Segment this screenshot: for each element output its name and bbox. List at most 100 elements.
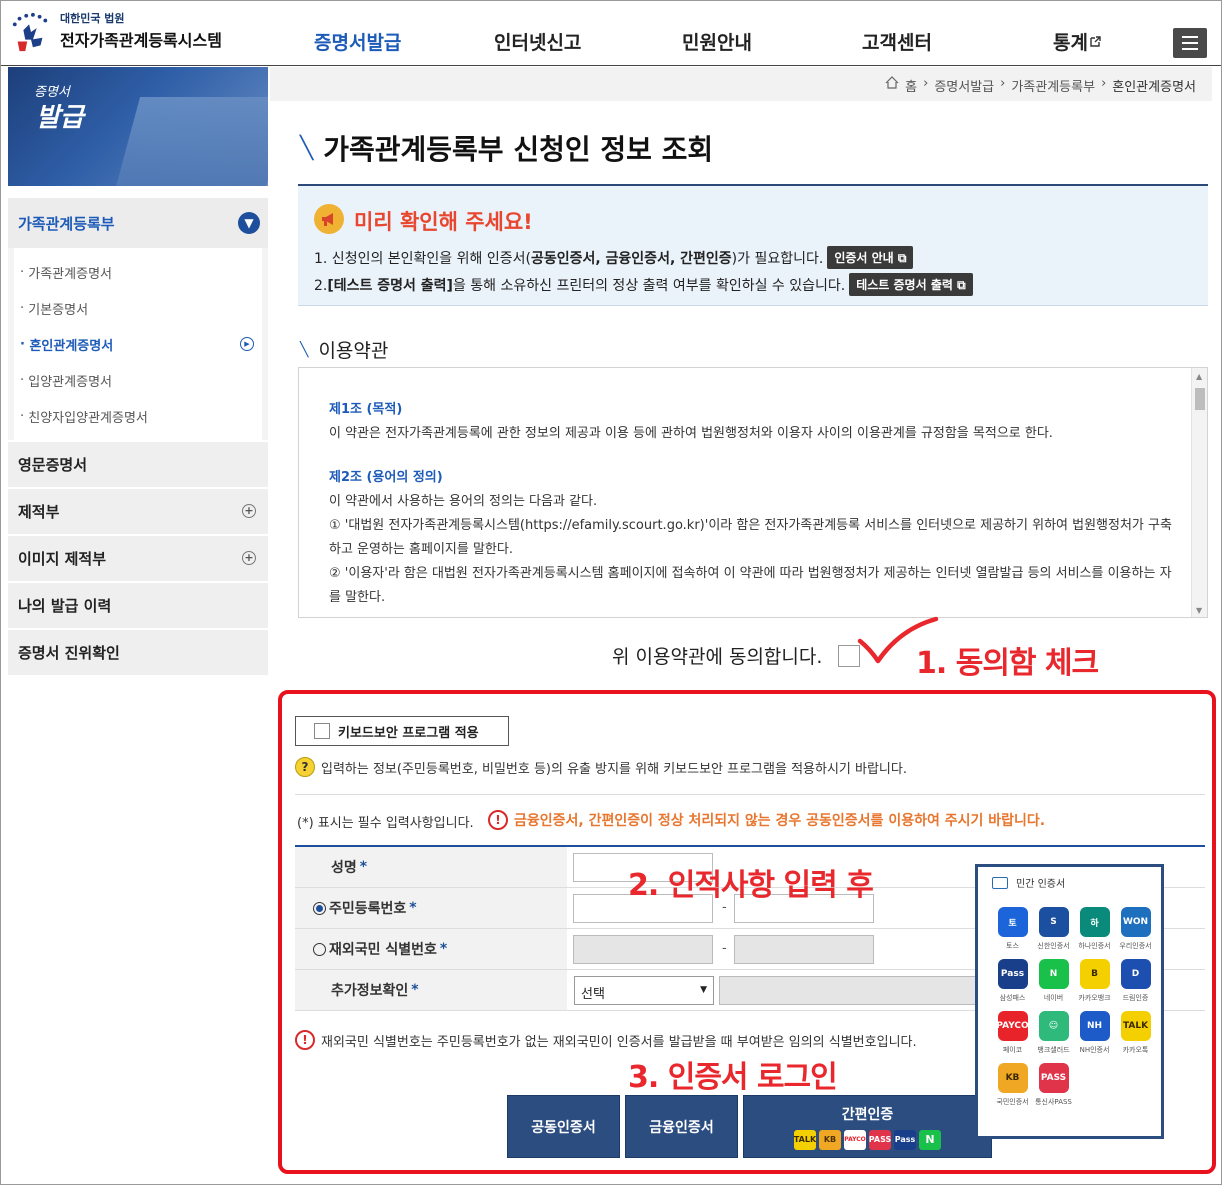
breadcrumb-separator: › xyxy=(1101,76,1107,91)
scroll-down-icon[interactable]: ▼ xyxy=(1196,606,1202,615)
provider-label: 카카오뱅크 xyxy=(1078,994,1111,1002)
keyboard-security-note: ? 입력하는 정보(주민등록번호, 비밀번호 등)의 유출 방지를 위해 키보드… xyxy=(295,757,907,777)
provider-item[interactable]: PASS 통신사PASS xyxy=(1033,1063,1074,1107)
scrollbar[interactable]: ▲ ▼ xyxy=(1191,368,1207,617)
provider-item[interactable]: WON 우리인증서 xyxy=(1115,907,1156,951)
nav-statistics-label: 통계 xyxy=(1053,32,1088,54)
required-star: * xyxy=(359,859,368,875)
sidebar-section-family-register[interactable]: 가족관계등록부 ▼ xyxy=(8,198,268,248)
keyboard-security-checkbox[interactable] xyxy=(314,723,330,739)
sidebar-item-label: 이미지 제적부 xyxy=(18,550,107,568)
sidebar-item-removed-register[interactable]: 제적부 + xyxy=(8,489,268,534)
provider-item[interactable]: N 네이버 xyxy=(1033,959,1074,1003)
sidebar-subitem[interactable]: · 친양자입양관계증명서 xyxy=(14,398,262,434)
scroll-up-icon[interactable]: ▲ xyxy=(1196,372,1202,381)
joint-cert-button[interactable]: 공동인증서 xyxy=(507,1095,620,1158)
foreign-radio[interactable] xyxy=(313,942,326,956)
foreign-back-input[interactable] xyxy=(734,935,874,964)
notice-line2-post: 을 통해 소유하신 프린터의 정상 출력 여부를 확인하실 수 있습니다. xyxy=(452,277,846,294)
breadcrumb-item[interactable]: 증명서발급 xyxy=(934,76,994,95)
scrollbar-thumb[interactable] xyxy=(1195,388,1205,410)
page-title-text: 가족관계등록부 신청인 정보 조회 xyxy=(323,133,714,166)
banner-line2: 발급 xyxy=(36,103,84,133)
sidebar-subitem[interactable]: · 입양관계증명서 xyxy=(14,362,262,398)
provider-item[interactable]: ☺ 뱅크샐러드 xyxy=(1033,1011,1074,1055)
sidebar-subitem-active[interactable]: · 혼인관계증명서 ▶ xyxy=(14,326,262,362)
test-print-button[interactable]: 테스트 증명서 출력 ⧉ xyxy=(849,273,973,296)
keyboard-security-button[interactable]: 키보드보안 프로그램 적용 xyxy=(295,716,509,746)
provider-grid: 토 토스 S 신한인증서 하 하나인증서 WON 우리인증서 Pass 삼성패스 N 네이버 B 카카오뱅… xyxy=(992,907,1157,1107)
nav-customer-center[interactable]: 고객센터 xyxy=(862,28,932,55)
provider-item[interactable]: NH NH인증서 xyxy=(1074,1011,1115,1055)
sidebar-item-issue-history[interactable]: 나의 발급 이력 xyxy=(8,583,268,628)
form-label: 성명 * xyxy=(295,847,567,887)
exclamation-icon: ! xyxy=(488,810,508,830)
simple-auth-button[interactable]: 간편인증 TALK KB PAYCO PASS Pass N xyxy=(743,1095,992,1158)
provider-item[interactable]: S 신한인증서 xyxy=(1033,907,1074,951)
popup-title: 민간 인증서 xyxy=(1016,879,1066,890)
rrn-label: 주민등록번호 xyxy=(329,901,407,917)
divider xyxy=(295,794,1205,795)
provider-item[interactable]: TALK 카카오톡 xyxy=(1115,1011,1156,1055)
keyboard-security-note-text: 입력하는 정보(주민등록번호, 비밀번호 등)의 유출 방지를 위해 키보드보안… xyxy=(321,761,907,777)
nav-certificate-issue[interactable]: 증명서발급 xyxy=(314,28,401,55)
provider-item[interactable]: 하 하나인증서 xyxy=(1074,907,1115,951)
sidebar-item-label: 증명서 진위확인 xyxy=(18,644,120,662)
extra-info-input[interactable] xyxy=(719,976,979,1005)
provider-logo-icon: WON xyxy=(1120,907,1151,937)
site-logo[interactable]: 대한민국 법원 전자가족관계등록시스템 xyxy=(10,10,222,52)
breadcrumb-home[interactable]: 홈 xyxy=(905,76,917,95)
plus-circle-icon[interactable]: + xyxy=(242,504,256,518)
hamburger-menu-icon[interactable] xyxy=(1173,28,1207,58)
provider-logo-icon: S xyxy=(1038,907,1069,937)
extra-info-select[interactable]: 선택 ▼ xyxy=(574,976,714,1005)
home-icon[interactable] xyxy=(885,76,899,89)
annotation-step3: 3. 인증서 로그인 xyxy=(628,1060,838,1095)
provider-item[interactable]: B 카카오뱅크 xyxy=(1074,959,1115,1003)
nav-civil-guide[interactable]: 민원안내 xyxy=(682,28,752,55)
sidebar-item-english-cert[interactable]: 영문증명서 xyxy=(8,442,268,487)
foreign-id-note-text: 재외국민 식별번호는 주민등록번호가 없는 재외국민이 인증서를 발급받을 때 … xyxy=(321,1034,917,1050)
provider-logo-icon: PAYCO xyxy=(996,1011,1029,1041)
cert-guide-button[interactable]: 인증서 안내 ⧉ xyxy=(827,246,914,269)
rrn-radio[interactable] xyxy=(313,901,326,915)
sidebar-item-label: 제적부 xyxy=(18,503,60,521)
foreign-front-input[interactable] xyxy=(573,935,713,964)
notice-line1-bold: 공동인증서, 금융인증서, 간편인증 xyxy=(530,250,732,267)
nav-online-report[interactable]: 인터넷신고 xyxy=(494,28,581,55)
sidebar-item-verify[interactable]: 증명서 진위확인 xyxy=(8,630,268,675)
plus-circle-icon[interactable]: + xyxy=(242,551,256,565)
form-label: 추가정보확인 * xyxy=(295,970,567,1010)
provider-logo-icon: D xyxy=(1120,959,1151,989)
logo-subtitle: 대한민국 법원 xyxy=(60,12,125,25)
nav-statistics[interactable]: 통계 xyxy=(1053,28,1101,55)
play-circle-icon: ▶ xyxy=(240,337,254,351)
provider-item[interactable]: D 드림인증 xyxy=(1115,959,1156,1003)
kakao-talk-icon: TALK xyxy=(794,1129,816,1150)
provider-item[interactable]: PAYCO 페이코 xyxy=(992,1011,1033,1055)
terms-scrollbox[interactable]: 제1조 (목적) 이 약관은 전자가족관계등록에 관한 정보의 제공과 이용 등… xyxy=(298,367,1208,618)
financial-cert-button[interactable]: 금융인증서 xyxy=(625,1095,738,1158)
provider-item[interactable]: Pass 삼성패스 xyxy=(992,959,1033,1003)
form-label[interactable]: 재외국민 식별번호 * xyxy=(295,929,567,969)
sidebar-item-image-register[interactable]: 이미지 제적부 + xyxy=(8,536,268,581)
notice-line2: 2.[테스트 증명서 출력]을 통해 소유하신 프린터의 정상 출력 여부를 확… xyxy=(314,273,973,296)
sidebar-subitem[interactable]: · 기본증명서 xyxy=(14,290,262,326)
breadcrumb: 홈 › 증명서발급 › 가족관계등록부 › 혼인관계증명서 xyxy=(885,76,1196,95)
provider-item[interactable]: 토 토스 xyxy=(992,907,1033,951)
sidebar-subitem[interactable]: · 가족관계증명서 xyxy=(14,254,262,290)
breadcrumb-item[interactable]: 가족관계등록부 xyxy=(1011,76,1095,95)
breadcrumb-current: 혼인관계증명서 xyxy=(1112,80,1196,95)
provider-label: 토스 xyxy=(1006,942,1019,950)
sidebar-item-label: 나의 발급 이력 xyxy=(18,597,112,615)
provider-logo-icon: 하 xyxy=(1079,907,1110,937)
form-label[interactable]: 주민등록번호 * xyxy=(295,888,567,928)
provider-label: 삼성패스 xyxy=(999,994,1026,1002)
terms-article-text: ① '대법원 전자가족관계등록시스템(https://efamily.scour… xyxy=(329,518,1172,557)
breadcrumb-bar: 홈 › 증명서발급 › 가족관계등록부 › 혼인관계증명서 xyxy=(270,67,1212,101)
title-slash-icon: ╲ xyxy=(300,341,309,358)
provider-item[interactable]: KB 국민인증서 xyxy=(992,1063,1033,1107)
pass-icon: PASS xyxy=(869,1129,891,1150)
logo-title: 전자가족관계등록시스템 xyxy=(60,31,222,50)
chevron-down-icon[interactable]: ▼ xyxy=(238,212,260,234)
